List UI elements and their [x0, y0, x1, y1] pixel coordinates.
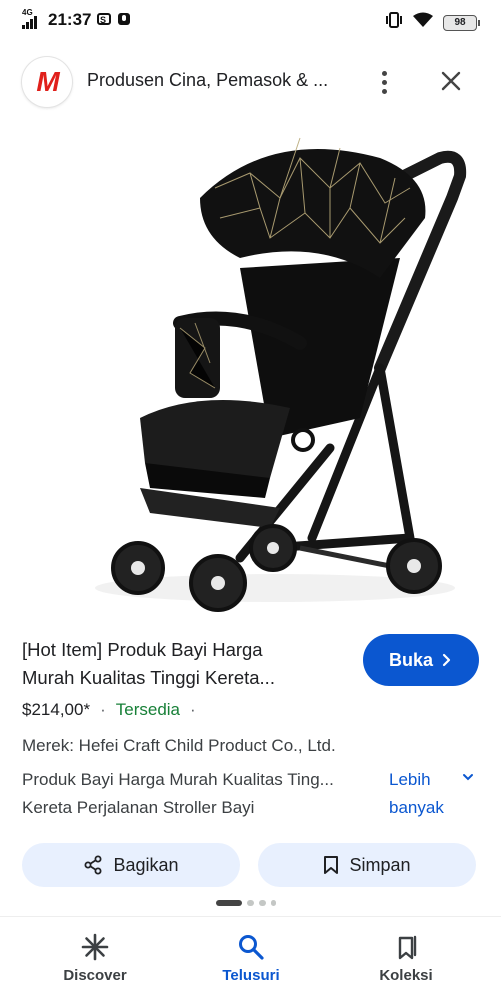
more-button[interactable]: Lebih banyak	[389, 766, 444, 822]
mic-icon	[117, 12, 131, 29]
status-bar: 4G 21:37 S 98	[0, 0, 501, 44]
more-options-button[interactable]	[370, 66, 398, 98]
share-icon	[84, 855, 102, 875]
nav-collections[interactable]: Koleksi	[346, 933, 466, 984]
search-icon	[239, 935, 264, 960]
collections-icon	[398, 935, 417, 960]
page-title[interactable]: Produsen Cina, Pemasok & ...	[87, 70, 328, 91]
open-button[interactable]: Buka	[363, 634, 479, 686]
product-price: $214,00*	[22, 700, 91, 719]
battery-icon: 98	[443, 14, 480, 31]
chevron-right-icon	[442, 653, 451, 667]
product-description: Produk Bayi Harga Murah Kualitas Ting...…	[22, 770, 334, 817]
close-button[interactable]	[436, 66, 466, 96]
nav-search[interactable]: Telusuri	[191, 933, 311, 984]
price-row: $214,00* · Tersedia ·	[22, 700, 196, 719]
vibrate-icon	[385, 11, 403, 34]
bookmark-icon	[324, 856, 339, 874]
notification-icon: S	[97, 12, 112, 29]
product-title[interactable]: [Hot Item] Produk Bayi Harga Murah Kuali…	[22, 636, 352, 692]
availability-status: Tersedia	[115, 700, 181, 719]
page-header: M Produsen Cina, Pemasok & ...	[0, 52, 501, 112]
product-image[interactable]	[0, 118, 501, 630]
chevron-down-icon[interactable]	[462, 769, 474, 787]
status-time: 21:37	[48, 10, 92, 29]
wifi-icon	[413, 12, 433, 33]
nav-discover[interactable]: Discover	[35, 933, 155, 984]
signal-icon: 4G	[22, 8, 42, 29]
save-button[interactable]: Simpan	[258, 843, 476, 887]
page-indicator	[216, 900, 276, 906]
svg-text:S: S	[100, 15, 106, 25]
asterisk-icon	[81, 933, 109, 961]
share-button[interactable]: Bagikan	[22, 843, 240, 887]
site-logo[interactable]: M	[22, 57, 72, 107]
bottom-navigation: Discover Telusuri Koleksi	[0, 916, 501, 1001]
product-brand: Merek: Hefei Craft Child Product Co., Lt…	[22, 736, 336, 755]
close-icon	[441, 71, 461, 91]
